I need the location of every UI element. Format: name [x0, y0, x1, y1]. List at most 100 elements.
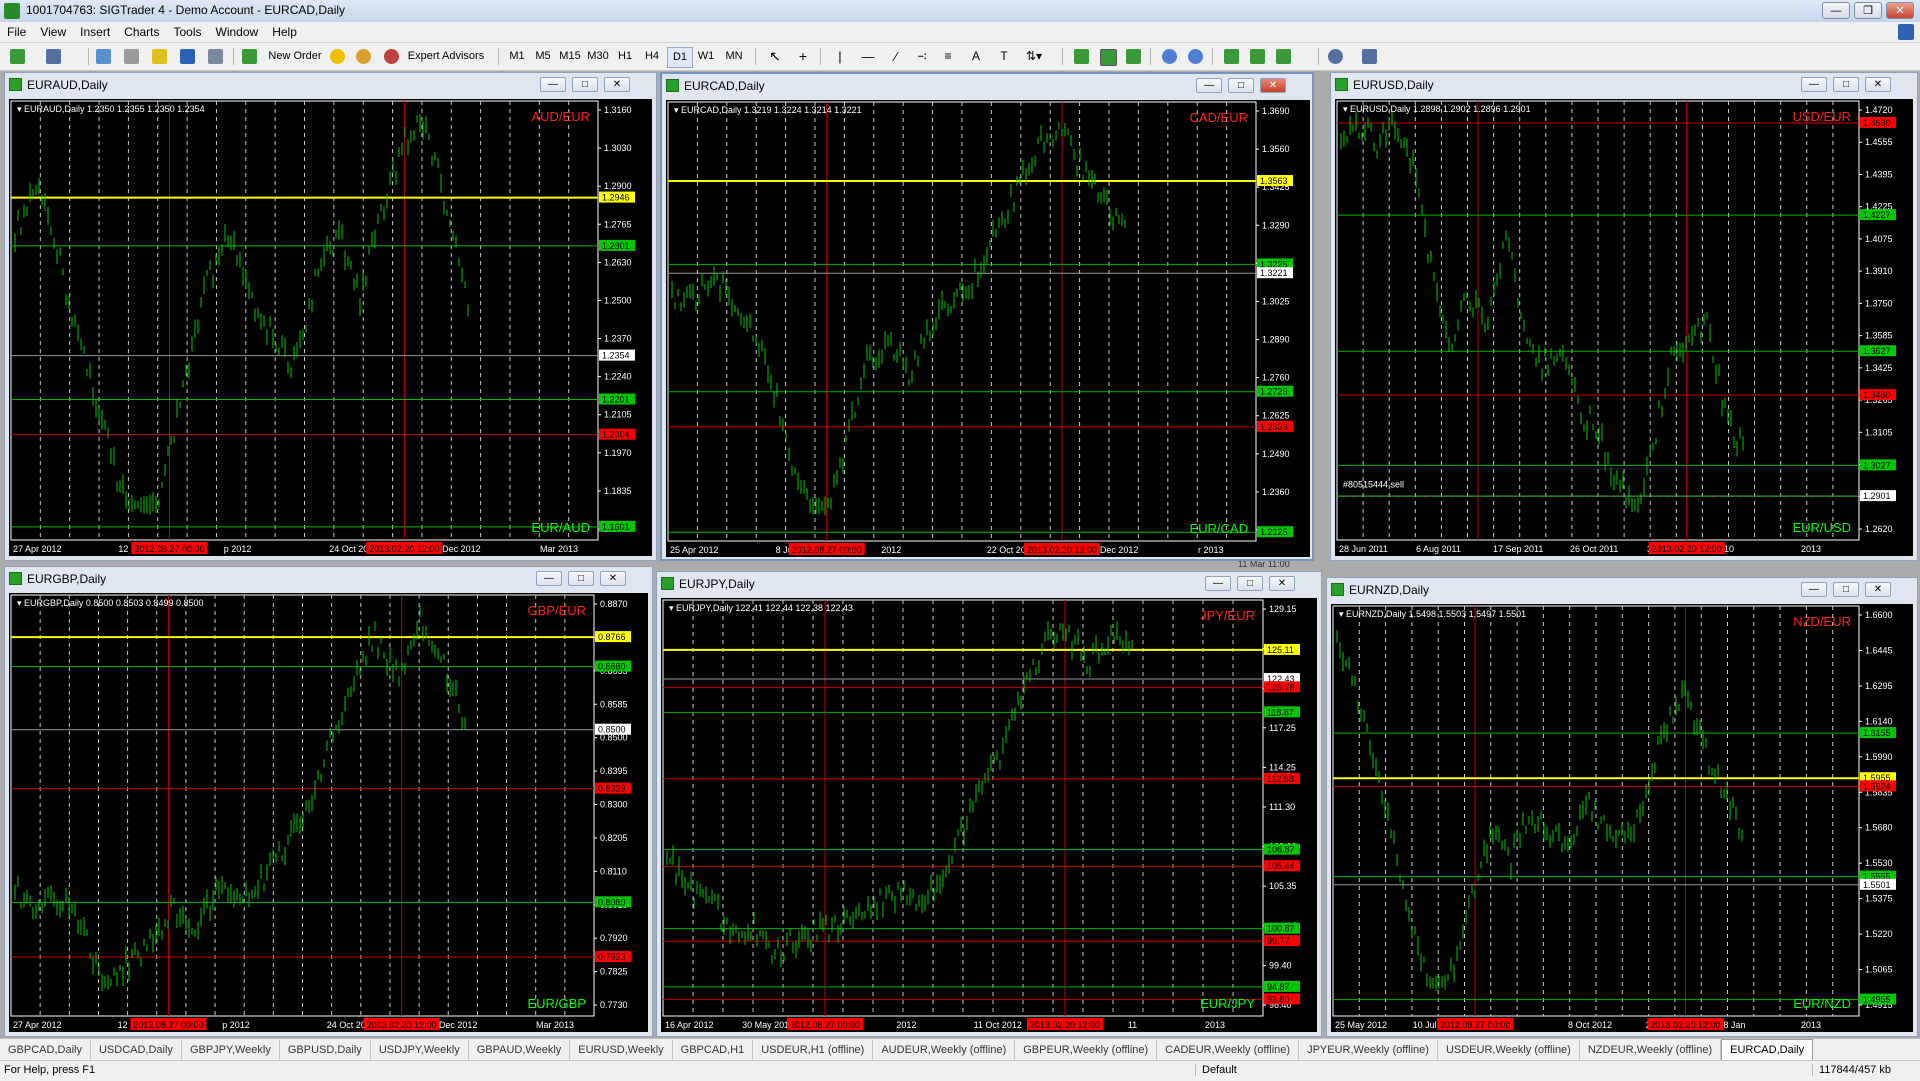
chart-plot[interactable]: ▾ EURNZD,Daily 1.5498 1.5503 1.5497 1.55…: [1331, 604, 1913, 1032]
horizontal-line-icon[interactable]: —: [860, 47, 876, 66]
crosshair-icon[interactable]: +: [795, 47, 811, 66]
cursor-icon[interactable]: ↖: [767, 47, 783, 66]
new-order-button[interactable]: New Order: [262, 47, 328, 66]
chart-close-button[interactable]: ✕: [1865, 582, 1891, 597]
menu-window[interactable]: Window: [209, 22, 266, 42]
timeframe-mn[interactable]: MN: [721, 47, 747, 66]
chart-window[interactable]: EURUSD,Daily — □ ✕ ▾ EURUSD,Daily 1.2898 1.2…: [1330, 72, 1918, 561]
chart-plot[interactable]: ▾ EURAUD,Daily 1.2350 1.2355 1.2350 1.23…: [9, 99, 652, 556]
timeframe-w1[interactable]: W1: [694, 47, 718, 66]
chart-tab[interactable]: USDEUR,Weekly (offline): [1438, 1040, 1580, 1060]
chart-tab[interactable]: EURCAD,Daily: [1721, 1039, 1814, 1060]
chart-tab[interactable]: GBPCAD,H1: [673, 1040, 754, 1060]
candlestick-icon[interactable]: [1100, 49, 1117, 66]
timeframe-m15[interactable]: M15: [557, 47, 583, 66]
strategy-tester-icon[interactable]: [208, 49, 223, 64]
fibonacci-icon[interactable]: ≡: [940, 47, 956, 66]
periods-icon[interactable]: [1328, 49, 1343, 64]
timeframe-m5[interactable]: M5: [531, 47, 555, 66]
chart-minimize-button[interactable]: —: [1801, 77, 1827, 92]
chart-tab[interactable]: AUDEUR,Weekly (offline): [873, 1040, 1016, 1060]
chart-maximize-button[interactable]: □: [1237, 576, 1263, 591]
text-label-icon[interactable]: T: [996, 47, 1012, 66]
chart-maximize-button[interactable]: □: [1833, 582, 1859, 597]
chart-tab[interactable]: NZDEUR,Weekly (offline): [1580, 1040, 1722, 1060]
zoom-out-icon[interactable]: [1188, 49, 1203, 64]
alert-icon[interactable]: [330, 49, 345, 64]
arrows-icon[interactable]: ⇅▾: [1022, 47, 1046, 66]
chart-minimize-button[interactable]: —: [536, 571, 562, 586]
channel-icon[interactable]: ∹: [914, 47, 930, 66]
chart-maximize-button[interactable]: □: [1833, 77, 1859, 92]
help-icon[interactable]: [1898, 24, 1914, 40]
chart-close-button[interactable]: ✕: [1865, 77, 1891, 92]
chart-close-button[interactable]: ✕: [1269, 576, 1295, 591]
chart-minimize-button[interactable]: —: [1196, 78, 1222, 93]
chart-titlebar[interactable]: EURUSD,Daily — □ ✕: [1331, 73, 1917, 97]
data-window-icon[interactable]: [124, 49, 139, 64]
restore-button[interactable]: ❐: [1854, 2, 1882, 19]
chart-titlebar[interactable]: EURCAD,Daily — □ ✕: [662, 74, 1312, 98]
expert-icon[interactable]: [356, 49, 371, 64]
chart-tab[interactable]: GBPCAD,Daily: [0, 1040, 91, 1060]
menu-view[interactable]: View: [33, 22, 73, 42]
text-tool-icon[interactable]: A: [968, 47, 984, 66]
close-button[interactable]: ✕: [1886, 2, 1914, 19]
chart-plot[interactable]: ▾ EURCAD,Daily 1.3219 1.3224 1.3214 1.32…: [666, 100, 1310, 557]
chart-plot[interactable]: ▾ EURJPY,Daily 122.41 122.44 122.38 122.…: [661, 598, 1317, 1032]
timeframe-m30[interactable]: M30: [585, 47, 611, 66]
chart-window[interactable]: EURAUD,Daily — □ ✕ ▾ EURAUD,Daily 1.2350 1.2…: [4, 72, 657, 561]
new-chart-icon[interactable]: [10, 49, 25, 64]
chart-tab[interactable]: JPYEUR,Weekly (offline): [1299, 1040, 1438, 1060]
chart-plot[interactable]: ▾ EURGBP,Daily 0.8500 0.8503 0.8499 0.85…: [9, 593, 648, 1032]
chart-close-button[interactable]: ✕: [1260, 78, 1286, 93]
chart-close-button[interactable]: ✕: [600, 571, 626, 586]
chart-plot[interactable]: ▾ EURUSD,Daily 1.2898 1.2902 1.2896 1.29…: [1335, 99, 1913, 556]
chart-maximize-button[interactable]: □: [568, 571, 594, 586]
timeframe-h4[interactable]: H4: [640, 47, 664, 66]
chart-close-button[interactable]: ✕: [604, 77, 630, 92]
minimize-button[interactable]: —: [1822, 2, 1850, 19]
chart-titlebar[interactable]: EURAUD,Daily — □ ✕: [5, 73, 656, 97]
chart-tab[interactable]: CADEUR,Weekly (offline): [1157, 1040, 1300, 1060]
chart-tab[interactable]: GBPEUR,Weekly (offline): [1015, 1040, 1158, 1060]
menu-tools[interactable]: Tools: [167, 22, 209, 42]
indicators-icon[interactable]: [1276, 49, 1291, 64]
menu-help[interactable]: Help: [265, 22, 304, 42]
menu-insert[interactable]: Insert: [73, 22, 117, 42]
chart-tab[interactable]: GBPJPY,Weekly: [182, 1040, 280, 1060]
chart-shift-icon[interactable]: [1250, 49, 1265, 64]
chart-tab[interactable]: USDEUR,H1 (offline): [753, 1040, 874, 1060]
templates-icon[interactable]: [1362, 49, 1377, 64]
trendline-icon[interactable]: ∕: [888, 47, 904, 66]
chart-tab[interactable]: GBPUSD,Daily: [280, 1040, 371, 1060]
profiles-icon[interactable]: [46, 49, 61, 64]
chart-tab[interactable]: USDCAD,Daily: [91, 1040, 182, 1060]
auto-scroll-icon[interactable]: [1224, 49, 1239, 64]
chart-tab[interactable]: USDJPY,Weekly: [371, 1040, 469, 1060]
chart-tab[interactable]: GBPAUD,Weekly: [469, 1040, 571, 1060]
chart-window[interactable]: EURJPY,Daily — □ ✕ ▾ EURJPY,Daily 122.41 122…: [656, 571, 1322, 1037]
chart-minimize-button[interactable]: —: [1205, 576, 1231, 591]
chart-minimize-button[interactable]: —: [540, 77, 566, 92]
menu-charts[interactable]: Charts: [117, 22, 166, 42]
market-watch-icon[interactable]: [96, 49, 111, 64]
chart-titlebar[interactable]: EURGBP,Daily — □ ✕: [5, 567, 652, 591]
chart-minimize-button[interactable]: —: [1801, 582, 1827, 597]
timeframe-d1[interactable]: D1: [667, 47, 693, 68]
chart-titlebar[interactable]: EURJPY,Daily — □ ✕: [657, 572, 1321, 596]
navigator-icon[interactable]: [152, 49, 167, 64]
timeframe-h1[interactable]: H1: [613, 47, 637, 66]
menu-file[interactable]: File: [0, 22, 33, 42]
bar-chart-icon[interactable]: [1074, 49, 1089, 64]
expert-advisors-button[interactable]: Expert Advisors: [404, 47, 488, 66]
chart-titlebar[interactable]: EURNZD,Daily — □ ✕: [1327, 578, 1917, 602]
line-chart-icon[interactable]: [1126, 49, 1141, 64]
timeframe-m1[interactable]: M1: [505, 47, 529, 66]
chart-window[interactable]: EURGBP,Daily — □ ✕ ▾ EURGBP,Daily 0.8500 0.8…: [4, 566, 653, 1037]
chart-maximize-button[interactable]: □: [1228, 78, 1254, 93]
chart-window[interactable]: EURNZD,Daily — □ ✕ ▾ EURNZD,Daily 1.5498 1.5…: [1326, 577, 1918, 1037]
chart-tab[interactable]: EURUSD,Weekly: [570, 1040, 673, 1060]
zoom-in-icon[interactable]: [1162, 49, 1177, 64]
vertical-line-icon[interactable]: |: [832, 47, 848, 66]
